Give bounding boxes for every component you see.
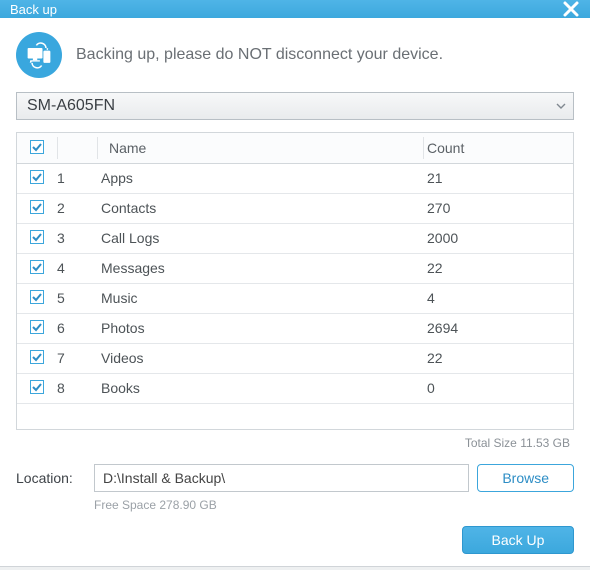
row-index: 7 [57, 343, 97, 373]
row-count: 270 [423, 193, 573, 223]
status-text: Backing up, please do NOT disconnect you… [76, 46, 443, 64]
backup-button[interactable]: Back Up [462, 526, 574, 554]
row-name: Videos [97, 343, 423, 373]
backup-window: Back up Backing up, please do NOT discon… [0, 0, 590, 566]
row-name: Music [97, 283, 423, 313]
status-row: Backing up, please do NOT disconnect you… [16, 26, 574, 92]
backup-table: Name Count 1Apps212Contacts2703Call Logs… [16, 132, 574, 430]
row-checkbox[interactable] [30, 230, 44, 244]
row-index: 3 [57, 223, 97, 253]
titlebar: Back up [0, 0, 590, 18]
browse-button[interactable]: Browse [477, 464, 574, 492]
location-label: Location: [16, 470, 86, 486]
device-selected: SM-A605FN [27, 97, 115, 115]
table-row: 8Books0 [17, 373, 573, 403]
table-spacer [17, 403, 573, 429]
row-count: 0 [423, 373, 573, 403]
close-icon[interactable] [562, 0, 580, 18]
row-checkbox[interactable] [30, 380, 44, 394]
row-checkbox[interactable] [30, 350, 44, 364]
row-count: 2694 [423, 313, 573, 343]
row-index: 5 [57, 283, 97, 313]
content: Backing up, please do NOT disconnect you… [0, 18, 590, 570]
row-count: 22 [423, 253, 573, 283]
window-title: Back up [10, 2, 57, 17]
row-name: Contacts [97, 193, 423, 223]
free-space: Free Space 278.90 GB [94, 498, 574, 512]
device-dropdown[interactable]: SM-A605FN [16, 92, 574, 120]
row-name: Books [97, 373, 423, 403]
col-header-count[interactable]: Count [423, 133, 573, 163]
sync-icon [16, 32, 62, 78]
row-count: 21 [423, 163, 573, 193]
row-index: 1 [57, 163, 97, 193]
row-checkbox[interactable] [30, 320, 44, 334]
table-row: 2Contacts270 [17, 193, 573, 223]
row-count: 2000 [423, 223, 573, 253]
row-index: 2 [57, 193, 97, 223]
row-index: 6 [57, 313, 97, 343]
row-name: Messages [97, 253, 423, 283]
table-row: 5Music4 [17, 283, 573, 313]
row-checkbox[interactable] [30, 170, 44, 184]
row-checkbox[interactable] [30, 260, 44, 274]
row-index: 8 [57, 373, 97, 403]
row-index: 4 [57, 253, 97, 283]
row-count: 4 [423, 283, 573, 313]
table-row: 4Messages22 [17, 253, 573, 283]
table-row: 1Apps21 [17, 163, 573, 193]
row-checkbox[interactable] [30, 200, 44, 214]
table-row: 3Call Logs2000 [17, 223, 573, 253]
table-row: 6Photos2694 [17, 313, 573, 343]
total-size: Total Size 11.53 GB [16, 436, 570, 450]
row-name: Photos [97, 313, 423, 343]
table-header-row: Name Count [17, 133, 573, 163]
col-header-name[interactable]: Name [97, 133, 423, 163]
location-row: Location: Browse [16, 464, 574, 492]
device-select: SM-A605FN [16, 92, 574, 120]
row-checkbox[interactable] [30, 290, 44, 304]
row-name: Apps [97, 163, 423, 193]
row-count: 22 [423, 343, 573, 373]
row-name: Call Logs [97, 223, 423, 253]
select-all-checkbox[interactable] [30, 140, 44, 154]
footer: Back Up [16, 526, 574, 554]
table-row: 7Videos22 [17, 343, 573, 373]
location-input[interactable] [94, 464, 469, 492]
